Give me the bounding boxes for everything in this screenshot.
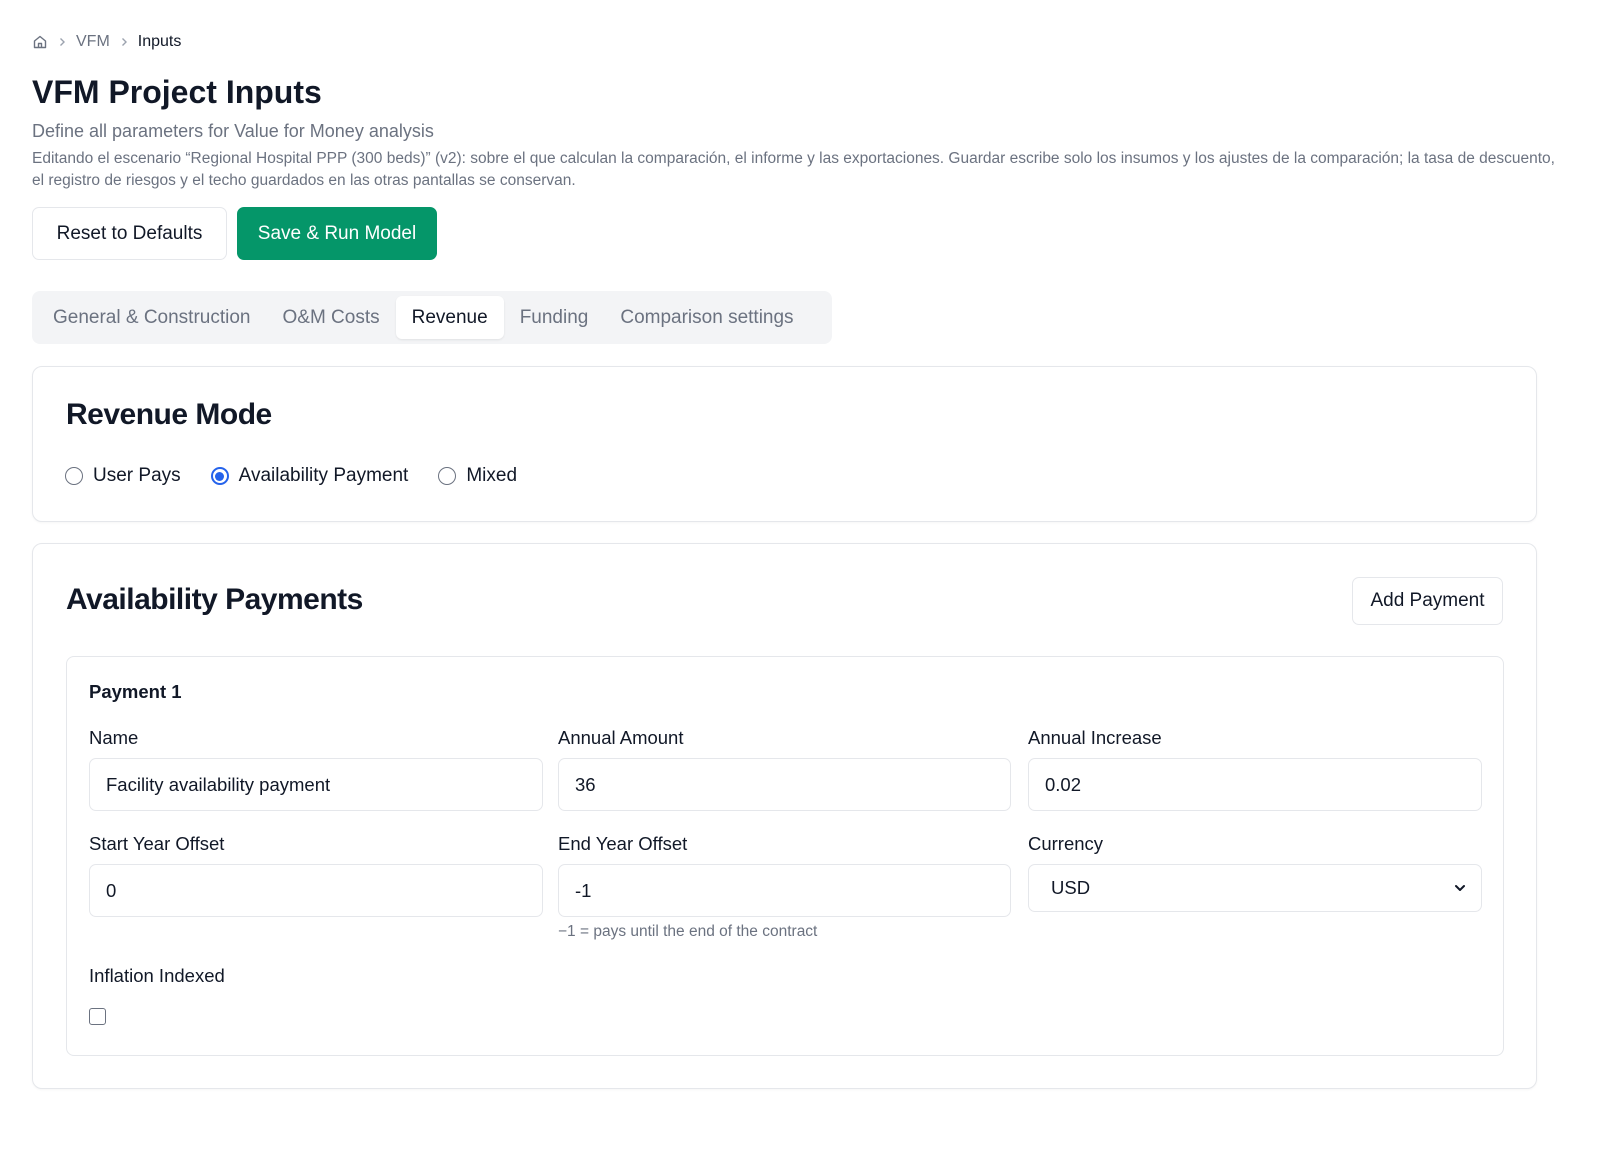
name-label: Name — [89, 727, 139, 748]
tab-bar: General & Construction O&M Costs Revenue… — [32, 291, 832, 344]
radio-option-availability-payment[interactable]: Availability Payment — [210, 465, 409, 487]
breadcrumb-item-inputs: Inputs — [137, 33, 182, 50]
annual-amount-label: Annual Amount — [558, 727, 684, 748]
inflation-indexed-checkbox[interactable] — [89, 1008, 106, 1025]
radio-label: User Pays — [93, 465, 181, 486]
currency-select-value: USD — [1051, 877, 1091, 898]
tab-funding[interactable]: Funding — [504, 296, 605, 339]
tab-comparison-settings[interactable]: Comparison settings — [604, 296, 809, 339]
revenue-mode-card: Revenue Mode User Pays Availability Paym… — [32, 366, 1537, 522]
start-year-offset-input[interactable] — [89, 864, 543, 917]
annual-amount-input[interactable] — [558, 758, 1011, 811]
tab-om-costs[interactable]: O&M Costs — [267, 296, 396, 339]
breadcrumb: VFM Inputs — [32, 32, 181, 52]
page-title: VFM Project Inputs — [32, 74, 322, 110]
end-year-offset-label: End Year Offset — [558, 833, 688, 854]
radio-mixed[interactable] — [438, 467, 457, 485]
end-year-offset-hint: −1 = pays until the end of the contract — [558, 923, 818, 940]
radio-user-pays[interactable] — [65, 467, 83, 485]
scenario-note: Editando el escenario “Regional Hospital… — [32, 150, 1555, 189]
save-run-model-button[interactable]: Save & Run Model — [237, 207, 437, 260]
annual-increase-input[interactable] — [1028, 758, 1482, 811]
payment-name-input[interactable] — [89, 758, 543, 811]
chevron-right-icon — [56, 36, 68, 48]
radio-label: Availability Payment — [238, 465, 409, 486]
radio-option-user-pays[interactable]: User Pays — [65, 465, 181, 487]
reset-defaults-button[interactable]: Reset to Defaults — [32, 207, 227, 260]
inflation-indexed-label: Inflation Indexed — [89, 965, 225, 986]
radio-availability-payment[interactable] — [210, 467, 229, 485]
start-year-offset-label: Start Year Offset — [89, 833, 225, 854]
revenue-mode-radio-group: User Pays Availability Payment Mixed — [65, 465, 547, 487]
payment-title: Payment 1 — [89, 681, 182, 702]
availability-payments-card: Availability Payments Add Payment Paymen… — [32, 543, 1537, 1089]
breadcrumb-item-vfm[interactable]: VFM — [76, 33, 110, 51]
tab-general-construction[interactable]: General & Construction — [37, 296, 267, 339]
currency-label: Currency — [1028, 833, 1104, 854]
currency-select[interactable]: USD — [1028, 864, 1482, 912]
tab-revenue[interactable]: Revenue — [395, 296, 504, 339]
payment-item: Payment 1 Name Annual Amount Annual Incr… — [66, 656, 1504, 1056]
home-icon[interactable] — [32, 34, 48, 50]
radio-label: Mixed — [466, 465, 518, 486]
add-payment-button[interactable]: Add Payment — [1352, 577, 1503, 625]
availability-payments-title: Availability Payments — [66, 583, 363, 616]
radio-option-mixed[interactable]: Mixed — [438, 465, 517, 487]
end-year-offset-input[interactable] — [558, 864, 1011, 917]
page-subtitle: Define all parameters for Value for Mone… — [32, 121, 434, 141]
annual-increase-label: Annual Increase — [1028, 727, 1162, 748]
revenue-mode-title: Revenue Mode — [66, 398, 272, 431]
chevron-down-icon — [1453, 881, 1467, 895]
chevron-right-icon — [118, 36, 130, 48]
